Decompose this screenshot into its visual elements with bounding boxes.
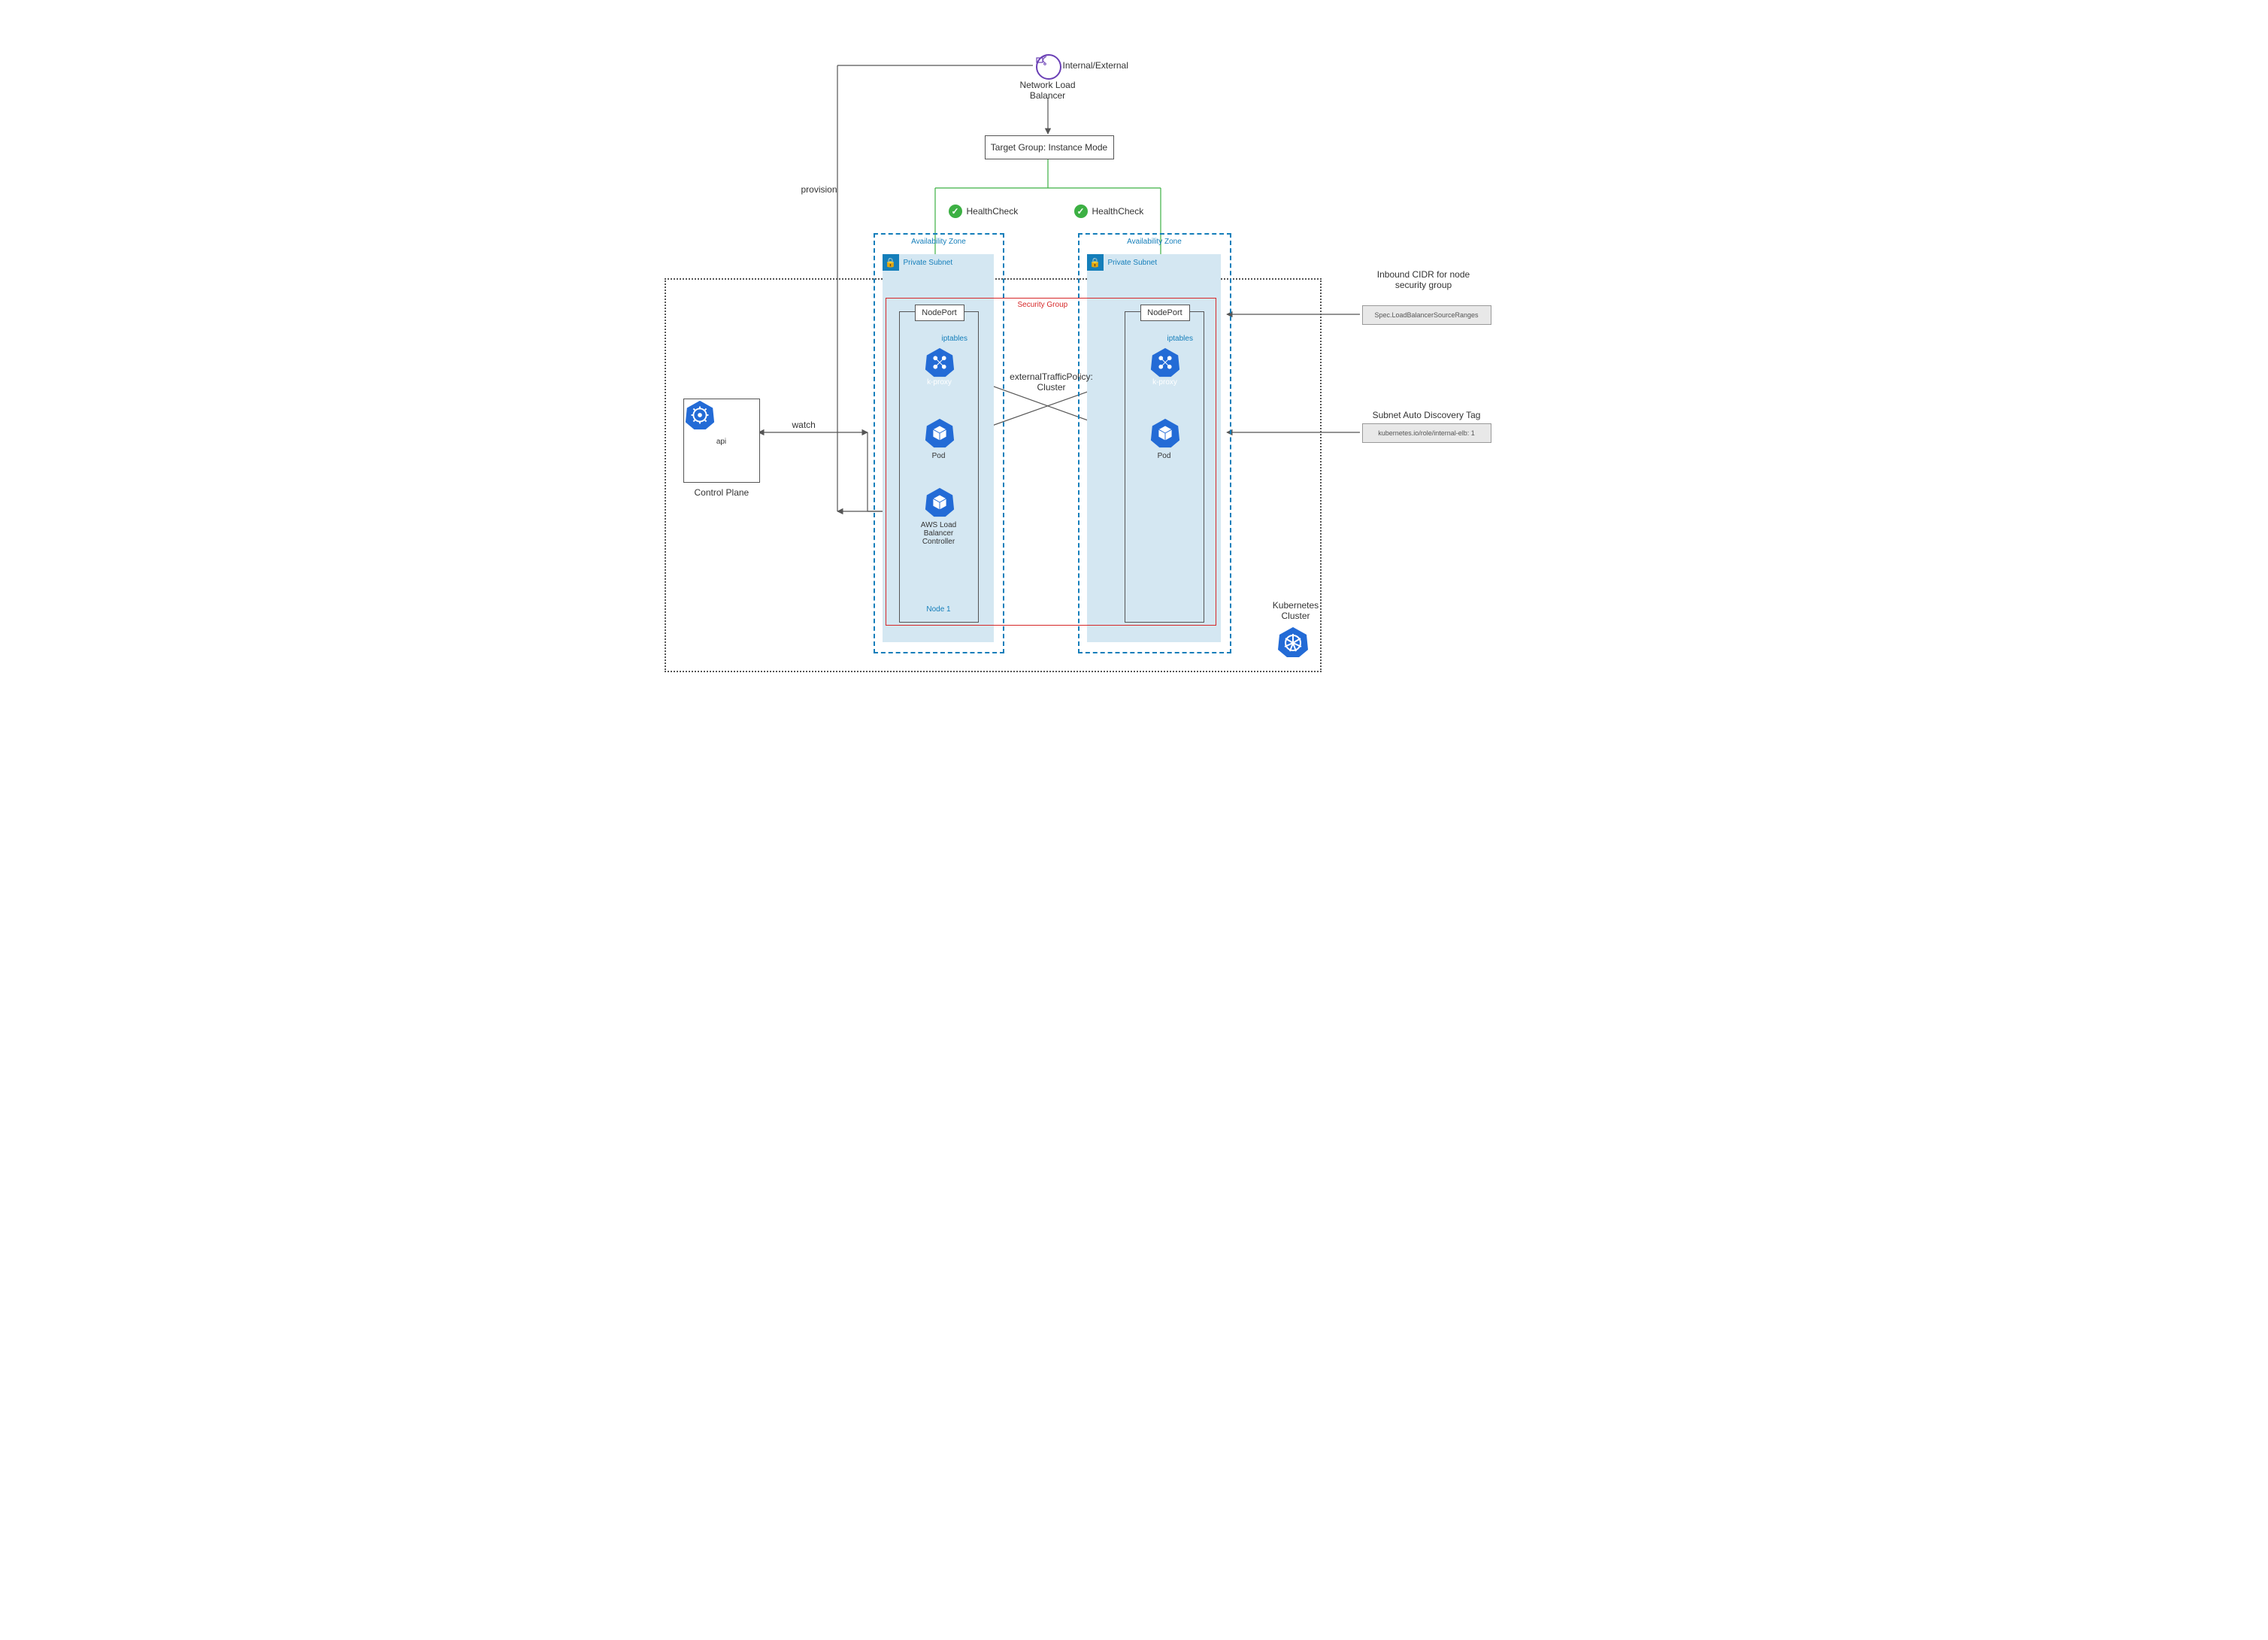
- subnet-tag-title: Subnet Auto Discovery Tag: [1367, 410, 1487, 420]
- control-plane-box: api: [683, 399, 760, 483]
- subnet-tag-code: kubernetes.io/role/internal-elb: 1: [1362, 423, 1491, 443]
- nlb-label: Network Load Balancer: [1018, 80, 1078, 101]
- provision-label: provision: [801, 184, 837, 195]
- control-plane-label: Control Plane: [695, 487, 749, 498]
- check-icon: ✓: [949, 205, 962, 218]
- inbound-cidr-title: Inbound CIDR for node security group: [1364, 269, 1484, 290]
- k8s-cluster-label: Kubernetes Cluster: [1266, 600, 1326, 621]
- external-traffic-label: externalTrafficPolicy: Cluster: [1007, 371, 1097, 393]
- target-group-box: Target Group: Instance Mode: [985, 135, 1114, 159]
- check-icon: ✓: [1074, 205, 1088, 218]
- api-icon: [684, 399, 716, 431]
- lock-icon: 🔒: [1087, 254, 1104, 271]
- nlb-icon: [1036, 54, 1061, 80]
- security-group-label: Security Group: [1018, 301, 1068, 309]
- nlb-side-label: Internal/External: [1063, 60, 1128, 71]
- watch-label: watch: [792, 420, 816, 430]
- healthcheck-2: ✓ HealthCheck: [1074, 205, 1144, 218]
- healthcheck-1: ✓ HealthCheck: [949, 205, 1019, 218]
- security-group-box: [886, 298, 1216, 626]
- lock-icon: 🔒: [883, 254, 899, 271]
- inbound-cidr-code: Spec.LoadBalancerSourceRanges: [1362, 305, 1491, 325]
